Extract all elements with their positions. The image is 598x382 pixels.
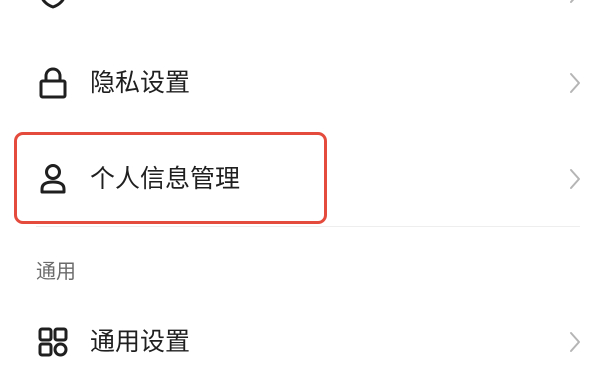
settings-item-label: 通用设置	[90, 327, 191, 356]
settings-item-label: 隐私设置	[90, 68, 191, 97]
lock-icon	[36, 66, 70, 100]
highlight-box	[14, 132, 327, 224]
settings-item-privacy[interactable]: 隐私设置	[0, 48, 598, 118]
chevron-right-icon	[566, 329, 584, 355]
chevron-right-icon	[566, 70, 584, 96]
section-header-general: 通用	[36, 259, 76, 283]
shield-icon	[36, 0, 70, 10]
chevron-right-icon	[566, 166, 584, 192]
grid-icon	[36, 325, 70, 359]
settings-item-general[interactable]: 通用设置	[0, 307, 598, 377]
settings-item-security-partial[interactable]	[0, 0, 598, 28]
chevron-right-icon	[566, 0, 584, 6]
divider	[36, 226, 580, 227]
